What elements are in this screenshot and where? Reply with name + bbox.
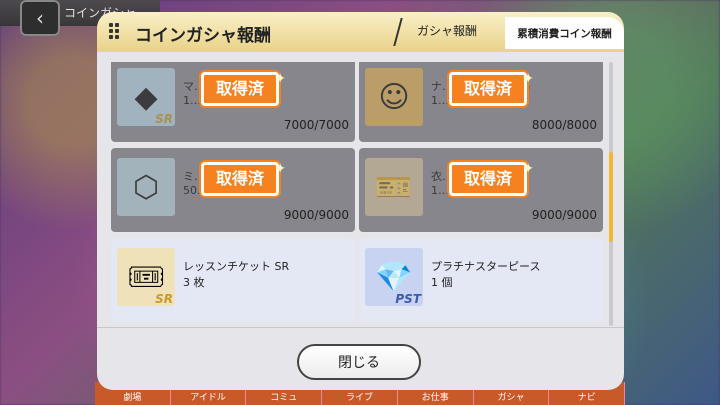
reward-progress: 7000/7000	[283, 118, 349, 132]
reward-progress: 9000/9000	[531, 208, 597, 222]
grip-icon	[109, 23, 119, 43]
hexagon-crystal-icon: ⬡	[117, 158, 175, 216]
reward-progress: 8000/8000	[531, 118, 597, 132]
footer-divider	[97, 327, 624, 328]
reward-card: ⬡ ミ… 50… 9000/9000 取得済 ✦	[111, 148, 355, 232]
reward-card: 🎫 衣…ト 1… 9000/9000 取得済 ✦	[359, 148, 603, 232]
reward-quantity: 1…	[183, 94, 201, 107]
reward-quantity: 1…	[431, 184, 449, 197]
reward-name: レッスンチケット SR	[183, 260, 290, 273]
claimed-stamp: 取得済 ✦	[449, 161, 534, 196]
idol-card-icon: ☺	[365, 68, 423, 126]
modal-header: コインガシャ報酬 ガシャ報酬 累積消費コイン報酬	[97, 12, 624, 54]
lesson-ticket-icon: 🎟 SR	[117, 248, 175, 306]
reward-quantity: 1…	[431, 94, 449, 107]
close-button[interactable]: 閉じる	[297, 344, 421, 380]
claimed-stamp: 取得済 ✦	[201, 161, 286, 196]
back-button[interactable]: ‹	[20, 0, 60, 36]
tab-cumulative-coin-reward[interactable]: 累積消費コイン報酬	[505, 17, 624, 49]
reward-modal: コインガシャ報酬 ガシャ報酬 累積消費コイン報酬 ◆ SR マ…R 1… 7000…	[97, 12, 624, 390]
list-scrollbar[interactable]	[609, 62, 613, 326]
crystal-sr-icon: ◆ SR	[117, 68, 175, 126]
reward-list[interactable]: ◆SR マ…R 1… 7000/7000 取得済✦ ☺ ナ…ル 二階堂千鶴 1……	[111, 62, 607, 326]
claimed-stamp: 取得済 ✦	[449, 71, 534, 106]
reward-card: 💎 PST プラチナスターピース 1 個	[359, 238, 603, 322]
platinum-star-piece-icon: 💎 PST	[365, 248, 423, 306]
modal-body: ◆SR マ…R 1… 7000/7000 取得済✦ ☺ ナ…ル 二階堂千鶴 1……	[97, 52, 624, 390]
tab-gacha-reward[interactable]: ガシャ報酬	[417, 22, 477, 39]
reward-progress: 9000/9000	[283, 208, 349, 222]
reward-card: ☺ ナ…ル 二階堂千鶴 1… 8000/8000 取得済✦	[359, 62, 603, 142]
reward-quantity: 3 枚	[183, 276, 205, 289]
scrollbar-thumb[interactable]	[609, 152, 613, 242]
reward-card: 🎟 SR レッスンチケット SR 3 枚	[111, 238, 355, 322]
reward-quantity: 1 個	[431, 276, 453, 289]
claimed-stamp: 取得済 ✦	[201, 71, 286, 106]
reward-card: ◆ SR マ…R 1… 7000/7000 取得済 ✦	[111, 62, 355, 142]
modal-title: コインガシャ報酬	[135, 26, 271, 46]
chevron-left-icon: ‹	[36, 6, 44, 30]
ticket-icon: 🎫	[365, 158, 423, 216]
tab-divider	[393, 18, 403, 46]
reward-name: プラチナスターピース	[431, 260, 541, 273]
